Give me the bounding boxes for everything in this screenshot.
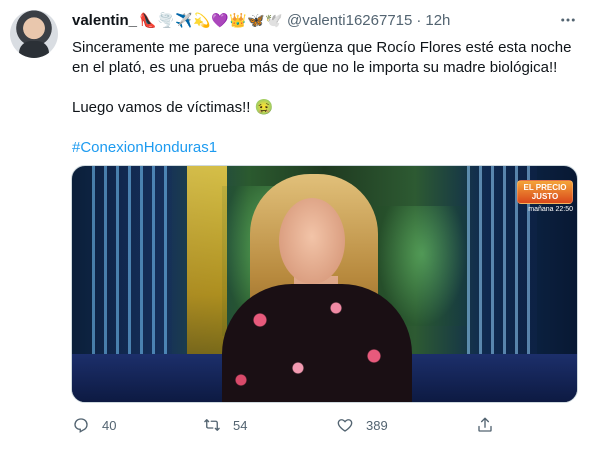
emoji: 💜 <box>211 11 229 28</box>
emoji: 🦋 <box>247 11 265 28</box>
separator-dot: · <box>416 11 422 29</box>
emoji: 💫 <box>193 11 211 28</box>
tweet-card[interactable]: valentin_ 👠 🌪️ ✈️ 💫 💜 👑 🦋 🕊️ @valenti162… <box>0 0 589 450</box>
share-icon <box>478 417 492 432</box>
stage-light <box>187 166 227 381</box>
name-emojis: 👠 🌪️ ✈️ 💫 💜 👑 🦋 🕊️ <box>139 11 283 29</box>
person-face <box>279 198 345 284</box>
tweet-media-image[interactable]: EL PRECIO JUSTO mañana 22:50 <box>71 165 578 403</box>
display-name[interactable]: valentin_ <box>72 12 137 29</box>
timestamp[interactable]: 12h <box>425 12 450 29</box>
person-body <box>222 284 412 402</box>
emoji: 👠 <box>139 11 157 28</box>
user-handle[interactable]: @valenti16267715 <box>287 12 412 29</box>
tweet-text: Sinceramente me parece una vergüenza que… <box>72 38 577 158</box>
tweet-paragraph: Sinceramente me parece una vergüenza que… <box>72 39 572 76</box>
stage-light <box>92 166 172 366</box>
heart-icon <box>337 419 353 432</box>
reply-count: 40 <box>102 417 117 433</box>
share-button[interactable] <box>476 413 494 437</box>
more-options-icon[interactable] <box>557 9 579 31</box>
emoji: ✈️ <box>175 11 193 28</box>
tweet-paragraph: Luego vamos de víctimas!! 🤢 <box>72 99 274 116</box>
retweet-icon <box>204 419 220 431</box>
hashtag-link[interactable]: #ConexionHonduras1 <box>72 139 217 156</box>
tweet-header: valentin_ 👠 🌪️ ✈️ 💫 💜 👑 🦋 🕊️ @valenti162… <box>72 10 549 30</box>
emoji: 👑 <box>229 11 247 28</box>
tweet-actions: 40 54 389 <box>72 413 502 437</box>
like-button[interactable]: 389 <box>336 413 388 437</box>
emoji: 🌪️ <box>157 11 175 28</box>
retweet-count: 54 <box>233 417 248 433</box>
reply-icon <box>74 418 88 433</box>
tv-logo: EL PRECIO JUSTO <box>517 180 573 204</box>
emoji: 🕊️ <box>265 11 283 28</box>
retweet-button[interactable]: 54 <box>203 413 247 437</box>
like-count: 389 <box>366 417 388 433</box>
tv-schedule: mañana 22:50 <box>528 206 573 213</box>
avatar[interactable] <box>10 10 58 58</box>
reply-button[interactable]: 40 <box>72 413 116 437</box>
tv-channel-badge: EL PRECIO JUSTO mañana 22:50 <box>517 180 573 220</box>
